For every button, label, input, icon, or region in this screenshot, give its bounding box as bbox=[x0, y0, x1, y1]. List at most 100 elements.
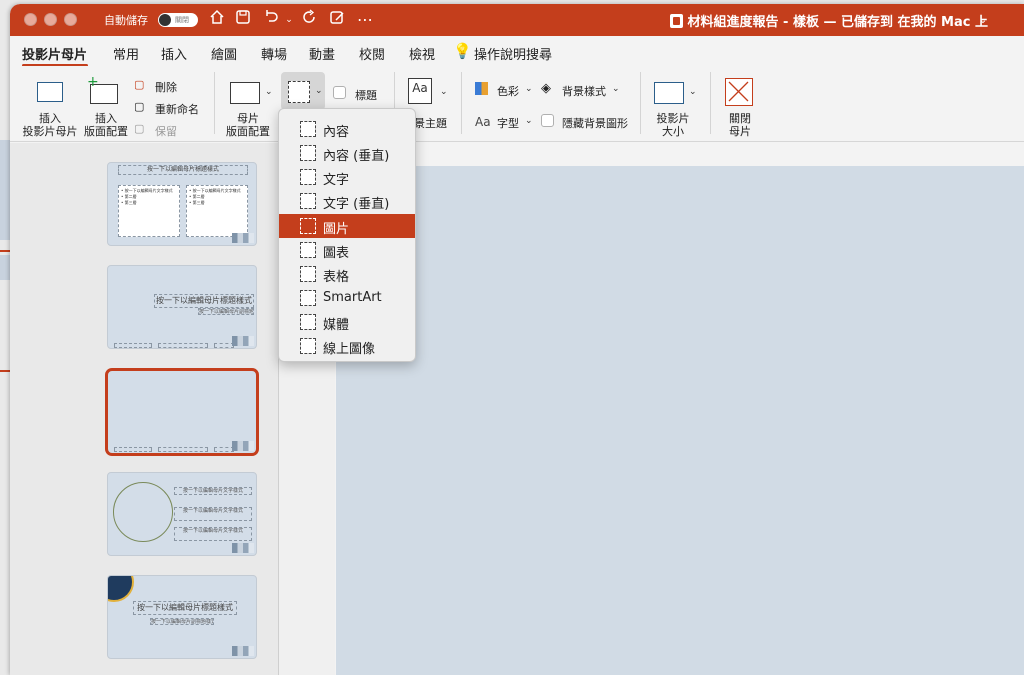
thumbnail-pixelated-graphic bbox=[232, 336, 254, 346]
slide-thumbnail-4[interactable]: 按一下以編輯母片文字樣式 按一下以編輯母片文字樣式 按一下以編輯母片文字樣式 bbox=[107, 472, 257, 556]
ribbon: 插入 投影片母片 + 插入 版面配置 ▢ 刪除 ▢ 重新命名 ▢ 保留 ⌄ 母片… bbox=[10, 66, 1024, 142]
tab-animations[interactable]: 動畫 bbox=[309, 44, 335, 63]
slide-thumbnail-5[interactable]: 按一下以編輯母片標題樣式 按一下以編輯母片副標題樣式 bbox=[107, 575, 257, 659]
title-checkbox[interactable] bbox=[333, 86, 346, 99]
menu-item-online-image[interactable]: 線上圖像 bbox=[279, 334, 415, 358]
menu-item-picture[interactable]: 圖片 bbox=[279, 214, 415, 238]
thumbnail-text: 按一下以編輯母片文字樣式 bbox=[174, 507, 252, 521]
autosave-label: 自動儲存 bbox=[104, 14, 148, 27]
fonts-button[interactable]: 字型 bbox=[497, 115, 519, 131]
tab-slide-master[interactable]: 投影片母片 bbox=[22, 44, 87, 63]
undo-dropdown-icon[interactable]: ⌄ bbox=[278, 9, 300, 31]
colors-chevron-icon[interactable]: ⌄ bbox=[525, 84, 533, 94]
thumbnail-pixelated-graphic bbox=[232, 543, 254, 553]
slide-editing-canvas[interactable] bbox=[336, 166, 1024, 675]
thumbnail-footer bbox=[158, 447, 208, 452]
insert-slide-master-icon[interactable] bbox=[37, 82, 63, 102]
master-layout-label[interactable]: 母片 版面配置 bbox=[222, 112, 274, 138]
zoom-window-button[interactable] bbox=[64, 13, 77, 26]
slide-thumbnail-2[interactable]: 按一下以編輯母片標題樣式 按一下以編輯母片副標題樣式 bbox=[107, 265, 257, 349]
powerpoint-window: 自動儲存 關閉 ⌄ ⋯ 材料組進度報告 - 樣板 — 已儲存到 在我的 Mac … bbox=[10, 4, 1024, 675]
text-placeholder-icon bbox=[300, 169, 316, 185]
ribbon-separator bbox=[461, 72, 462, 134]
menu-item-label: 表格 bbox=[323, 270, 350, 285]
redo-icon[interactable] bbox=[298, 9, 320, 31]
colors-button[interactable]: 色彩 bbox=[497, 83, 519, 99]
slide-thumbnail-3[interactable] bbox=[105, 368, 259, 456]
background-line bbox=[0, 250, 10, 252]
tab-draw[interactable]: 繪圖 bbox=[211, 44, 237, 63]
slide-size-chevron-icon[interactable]: ⌄ bbox=[689, 87, 697, 97]
menu-item-chart[interactable]: 圖表 bbox=[279, 238, 415, 262]
delete-icon: ▢ bbox=[134, 78, 145, 91]
close-window-button[interactable] bbox=[24, 13, 37, 26]
background-styles-button[interactable]: 背景樣式 bbox=[562, 83, 606, 99]
content-vertical-placeholder-icon bbox=[300, 145, 316, 161]
thumbnail-subtitle: 按一下以編輯母片副標題樣式 bbox=[198, 308, 254, 315]
slide-size-label[interactable]: 投影片 大小 bbox=[648, 112, 698, 138]
edit-icon[interactable] bbox=[326, 9, 348, 31]
tab-view[interactable]: 檢視 bbox=[409, 44, 435, 63]
theme-chevron-icon[interactable]: ⌄ bbox=[440, 87, 448, 97]
thumbnail-footer bbox=[114, 447, 152, 452]
fonts-chevron-icon[interactable]: ⌄ bbox=[525, 116, 533, 126]
thumbnail-footer bbox=[214, 343, 234, 348]
tab-transitions[interactable]: 轉場 bbox=[261, 44, 287, 63]
master-layout-chevron-icon[interactable]: ⌄ bbox=[265, 87, 273, 97]
master-layout-icon[interactable] bbox=[230, 82, 260, 104]
insert-placeholder-menu: 內容 內容 (垂直) 文字 文字 (垂直) 圖片 圖表 表格 SmartArt bbox=[278, 108, 416, 362]
preserve-icon: ▢ bbox=[134, 122, 145, 135]
menu-item-content[interactable]: 內容 bbox=[279, 117, 415, 141]
title-chevron-down-icon[interactable]: ⌄ bbox=[972, 10, 994, 32]
thumbnail-text: 按一下以編輯母片文字樣式 bbox=[174, 527, 252, 541]
thumbnail-circle-shape bbox=[113, 482, 173, 542]
slide-thumbnail-1[interactable]: 按一下以編輯母片標題樣式 • 按一下以編輯母片文字樣式 • 第二層 • 第三層 … bbox=[107, 162, 257, 246]
menu-item-label: 媒體 bbox=[323, 318, 350, 333]
thumbnail-body-right: • 按一下以編輯母片文字樣式 • 第二層 • 第三層 bbox=[186, 185, 248, 237]
menu-item-text[interactable]: 文字 bbox=[279, 165, 415, 189]
thumbnail-pixelated-graphic bbox=[232, 441, 254, 451]
thumbnail-title: 按一下以編輯母片標題樣式 bbox=[133, 601, 237, 615]
menu-item-content-vertical[interactable]: 內容 (垂直) bbox=[279, 141, 415, 165]
home-icon[interactable] bbox=[206, 9, 228, 31]
hide-background-checkbox[interactable] bbox=[541, 114, 554, 127]
thumbnail-title: 按一下以編輯母片標題樣式 bbox=[118, 165, 248, 175]
autosave-toggle[interactable]: 關閉 bbox=[158, 13, 198, 27]
background-block bbox=[0, 140, 10, 240]
tab-home[interactable]: 常用 bbox=[113, 44, 139, 63]
ribbon-separator bbox=[710, 72, 711, 134]
content-placeholder-icon bbox=[300, 121, 316, 137]
menu-item-text-vertical[interactable]: 文字 (垂直) bbox=[279, 189, 415, 213]
table-placeholder-icon bbox=[300, 266, 316, 282]
tab-insert[interactable]: 插入 bbox=[161, 44, 187, 63]
close-master-icon[interactable] bbox=[725, 78, 753, 106]
theme-label[interactable]: 景主題 bbox=[414, 115, 447, 131]
close-master-label[interactable]: 關閉 母片 bbox=[718, 112, 762, 138]
insert-layout-label[interactable]: 插入 版面配置 bbox=[83, 112, 129, 138]
minimize-window-button[interactable] bbox=[44, 13, 57, 26]
slide-size-icon[interactable] bbox=[654, 82, 684, 104]
toggle-knob bbox=[159, 14, 171, 26]
text-vertical-placeholder-icon bbox=[300, 193, 316, 209]
preserve-button[interactable]: 保留 bbox=[155, 123, 177, 139]
theme-icon[interactable]: Aa bbox=[408, 78, 432, 104]
thumbnail-footer bbox=[114, 343, 152, 348]
thumbnail-body-left: • 按一下以編輯母片文字樣式 • 第二層 • 第三層 bbox=[118, 185, 180, 237]
tab-review[interactable]: 校閱 bbox=[359, 44, 385, 63]
thumbnail-pixelated-graphic bbox=[232, 646, 254, 656]
more-icon[interactable]: ⋯ bbox=[354, 9, 376, 31]
lightbulb-icon: 💡 bbox=[453, 42, 472, 60]
tab-tell-me[interactable]: 操作說明搜尋 bbox=[474, 44, 552, 63]
online-image-placeholder-icon bbox=[300, 338, 316, 354]
menu-item-table[interactable]: 表格 bbox=[279, 262, 415, 286]
rename-button[interactable]: 重新命名 bbox=[155, 101, 199, 117]
save-icon[interactable] bbox=[232, 9, 254, 31]
background-styles-chevron-icon[interactable]: ⌄ bbox=[612, 84, 620, 94]
background-window-edge bbox=[0, 0, 10, 675]
menu-item-label: 圖表 bbox=[323, 246, 350, 261]
insert-slide-master-label[interactable]: 插入 投影片母片 bbox=[22, 112, 78, 138]
menu-item-media[interactable]: 媒體 bbox=[279, 310, 415, 334]
insert-placeholder-button[interactable]: ⌄ bbox=[281, 72, 325, 110]
delete-button[interactable]: 刪除 bbox=[155, 79, 177, 95]
menu-item-smartart[interactable]: SmartArt bbox=[279, 286, 415, 310]
